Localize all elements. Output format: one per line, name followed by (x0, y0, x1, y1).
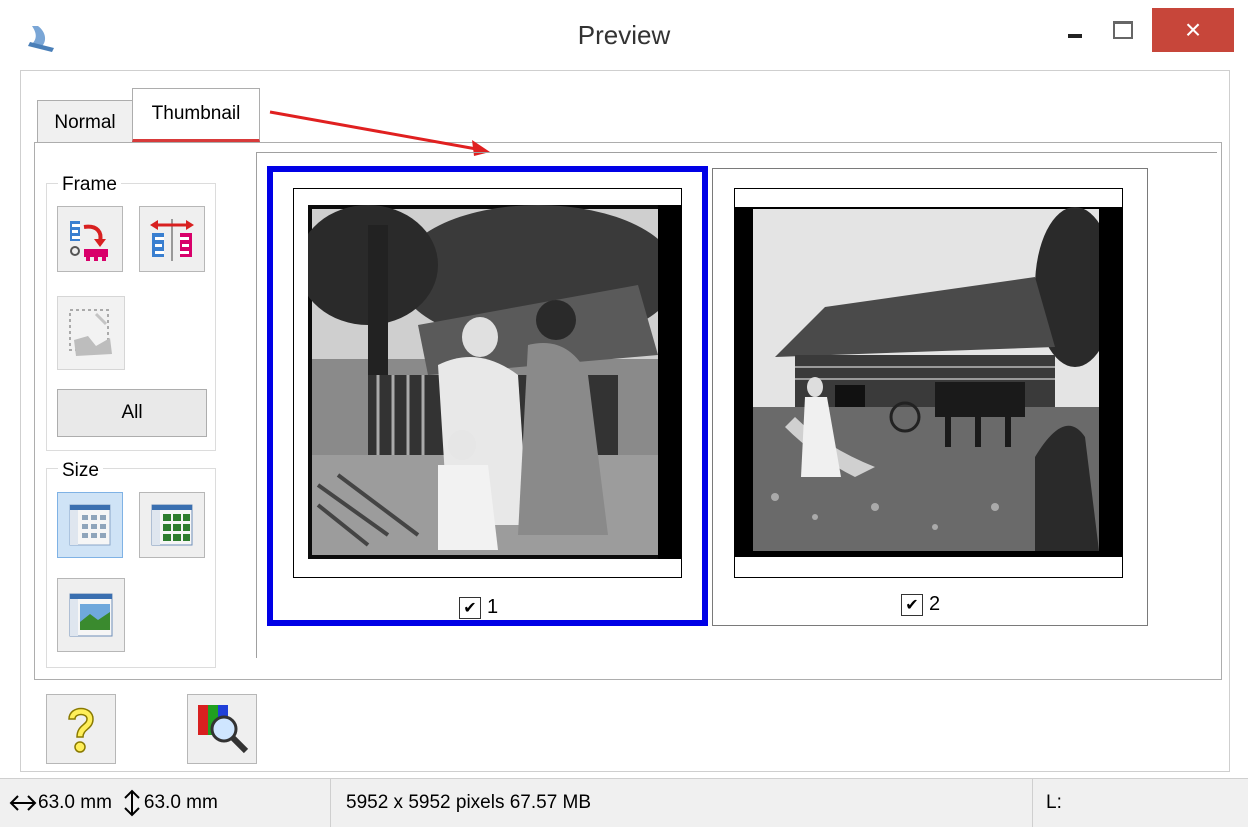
all-button[interactable]: All (57, 389, 207, 437)
mirror-frame-button[interactable] (139, 206, 205, 272)
thumbnail-checkbox-1[interactable]: ✔ 1 (459, 596, 498, 619)
status-level: L: (1046, 792, 1062, 813)
maximize-icon (1113, 21, 1133, 39)
minimize-icon (1068, 34, 1082, 38)
thumbnail-checkbox-2[interactable]: ✔ 2 (901, 593, 940, 616)
close-icon: × (1184, 14, 1202, 45)
status-dimensions: 63.0 mm 63.0 mm (8, 779, 328, 827)
medium-thumbnail-button[interactable] (139, 492, 205, 558)
status-bar: 63.0 mm 63.0 mm 5952 x 5952 pixels 67.57… (0, 778, 1248, 827)
large-thumbnail-button[interactable] (57, 578, 125, 652)
width-arrow-icon (9, 795, 37, 811)
thumbnail-image-1[interactable] (308, 205, 682, 559)
status-width: 63.0 mm (38, 792, 112, 813)
maximize-button[interactable] (1100, 8, 1146, 52)
height-arrow-icon (124, 789, 140, 817)
thumbnail-card-1[interactable]: ✔ 1 (267, 166, 708, 626)
small-thumbnail-button[interactable] (57, 492, 123, 558)
minimize-button[interactable] (1052, 8, 1098, 52)
status-height: 63.0 mm (143, 792, 218, 813)
auto-locate-button[interactable] (57, 296, 125, 370)
thumbnail-frame (293, 188, 682, 578)
medium-thumbnail-icon (151, 504, 193, 546)
status-info: 5952 x 5952 pixels 67.57 MB (346, 792, 592, 813)
rotate-frame-icon (70, 221, 108, 261)
frame-group-label: Frame (58, 174, 121, 196)
small-thumbnail-icon (69, 504, 111, 546)
thumbnail-label-2: 2 (929, 593, 941, 615)
status-divider (1032, 779, 1033, 827)
color-palette-icon (198, 705, 249, 754)
large-thumbnail-icon (69, 593, 113, 637)
thumbnail-label-1: 1 (487, 596, 499, 618)
check-icon: ✔ (459, 596, 481, 619)
tab-normal[interactable]: Normal (37, 100, 133, 144)
thumbnail-frame (734, 188, 1123, 578)
help-icon (68, 707, 94, 753)
tab-thumbnail[interactable]: Thumbnail (132, 88, 260, 142)
auto-locate-icon (69, 309, 112, 356)
size-group-label: Size (58, 460, 103, 482)
rotate-frame-button[interactable] (57, 206, 123, 272)
close-button[interactable]: × (1152, 8, 1234, 52)
title-bar: Preview × (0, 0, 1248, 70)
annotation-arrow (269, 110, 490, 156)
thumbnail-card-2[interactable]: ✔ 2 (712, 168, 1148, 626)
mirror-frame-icon (150, 219, 194, 261)
status-divider (330, 779, 331, 827)
check-icon: ✔ (901, 593, 923, 616)
color-palette-button[interactable] (187, 694, 257, 764)
help-button[interactable] (46, 694, 116, 764)
thumbnail-image-2[interactable] (735, 207, 1122, 557)
